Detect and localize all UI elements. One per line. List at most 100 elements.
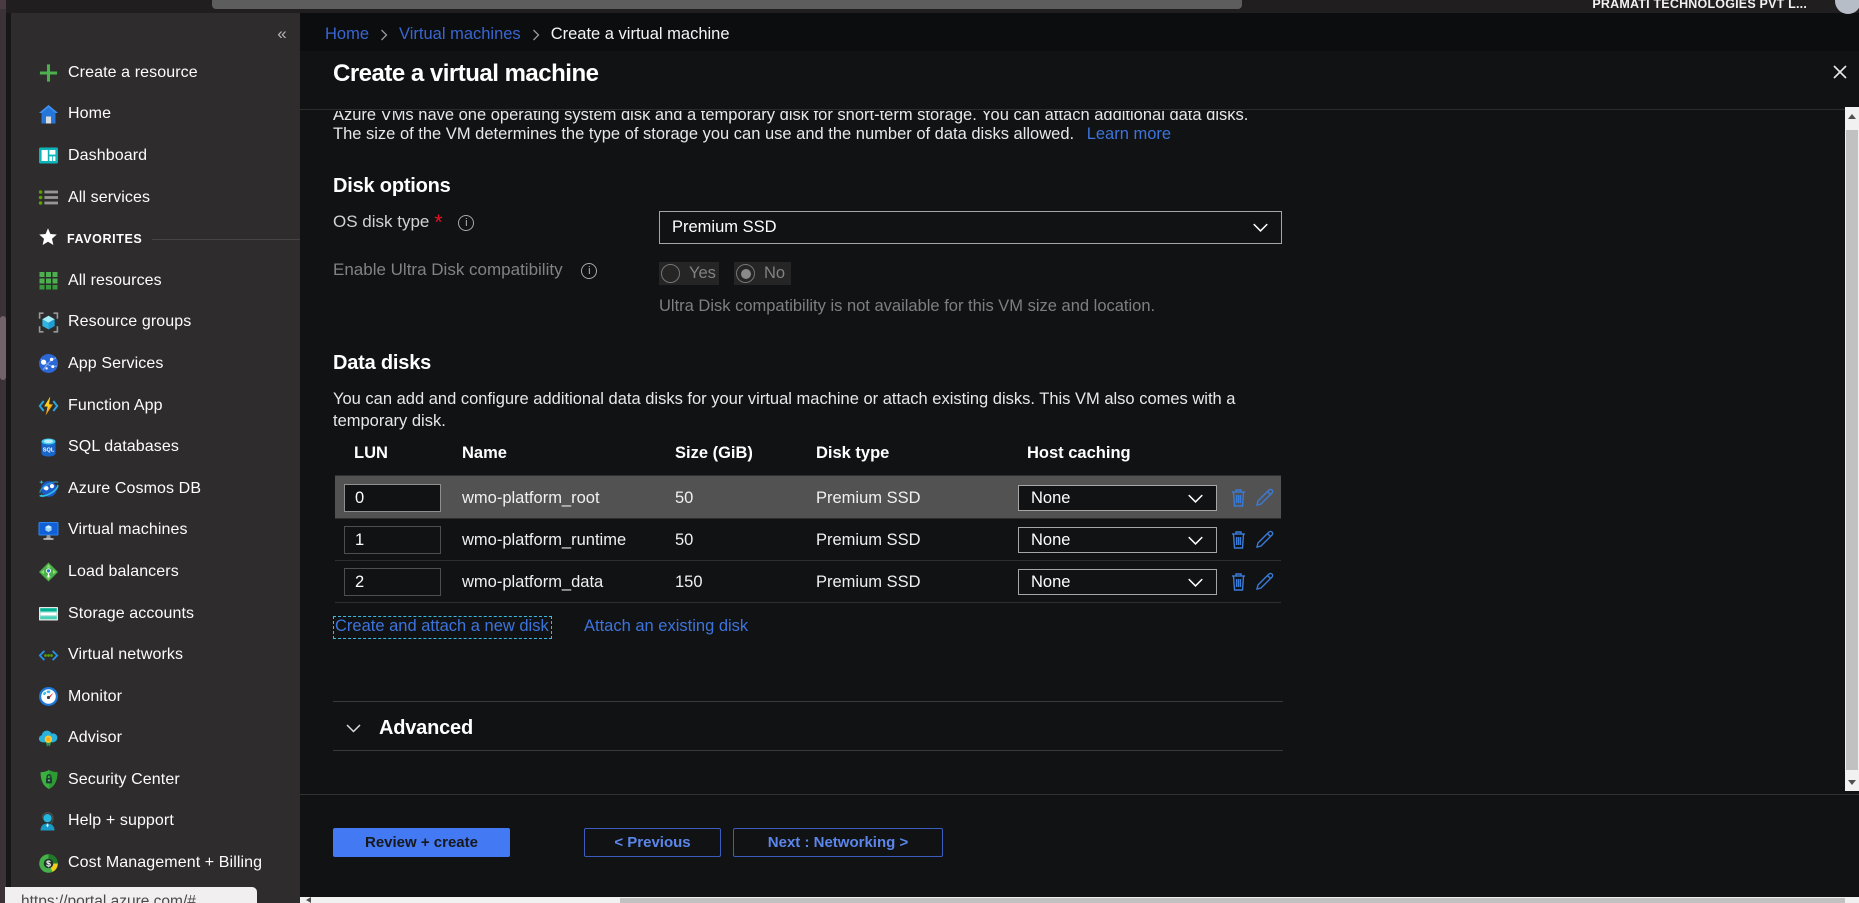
close-icon[interactable] <box>1830 62 1850 82</box>
disk-size-cell: 50 <box>675 531 693 550</box>
sidebar-item-label: Home <box>68 105 111 123</box>
sidebar-item-sql-databases[interactable]: SQL SQL databases <box>11 426 300 468</box>
table-divider <box>335 560 1281 561</box>
data-disks-desc-line1: You can add and configure additional dat… <box>333 388 1235 410</box>
storage-icon <box>38 603 59 624</box>
edge-strip-top <box>0 0 6 9</box>
disk-name-cell: wmo-platform_root <box>462 489 600 508</box>
table-divider <box>335 518 1281 519</box>
sidebar-item-label: Monitor <box>68 688 122 706</box>
intro-text-line2: The size of the VM determines the type o… <box>333 125 1171 144</box>
previous-button[interactable]: < Previous <box>584 828 721 857</box>
info-icon[interactable]: i <box>581 263 597 279</box>
breadcrumb-separator-icon <box>532 29 540 41</box>
column-header-name: Name <box>462 444 507 463</box>
sidebar-item-create-a-resource[interactable]: Create a resource <box>11 52 300 94</box>
host-caching-select-2[interactable]: None <box>1018 569 1217 595</box>
globe-icon <box>38 353 59 374</box>
horizontal-scrollbar-thumb[interactable] <box>620 898 1845 903</box>
intro-text-line1: Azure VMs have one operating system disk… <box>333 111 1248 125</box>
required-asterisk: * <box>434 211 442 234</box>
attach-existing-disk-link[interactable]: Attach an existing disk <box>584 617 748 636</box>
breadcrumb: Home Virtual machines Create a virtual m… <box>300 13 1859 51</box>
vertical-scrollbar[interactable] <box>1845 107 1859 791</box>
sidebar-item-cost-management[interactable]: $ Cost Management + Billing <box>11 842 300 884</box>
sidebar-item-dashboard[interactable]: Dashboard <box>11 135 300 177</box>
disk-type-cell: Premium SSD <box>816 573 921 592</box>
sidebar-nav: Create a resource Home <box>11 52 300 884</box>
sidebar-item-azure-cosmos-db[interactable]: Azure Cosmos DB <box>11 468 300 510</box>
sidebar-item-label: App Services <box>68 355 163 373</box>
disk-type-cell: Premium SSD <box>816 531 921 550</box>
learn-more-link[interactable]: Learn more <box>1087 125 1171 143</box>
lun-input-1[interactable] <box>344 526 441 554</box>
sidebar-item-label: Azure Cosmos DB <box>68 480 201 498</box>
sidebar-item-security-center[interactable]: Security Center <box>11 759 300 801</box>
sidebar-item-help-support[interactable]: Help + support <box>11 801 300 843</box>
host-caching-select-1[interactable]: None <box>1018 527 1217 553</box>
sidebar-item-resource-groups[interactable]: Resource groups <box>11 302 300 344</box>
load-balancer-icon <box>38 561 59 582</box>
vertical-scrollbar-thumb[interactable] <box>1846 130 1858 770</box>
header-hairline <box>300 109 1845 110</box>
svg-text:$: $ <box>46 858 51 868</box>
breadcrumb-virtual-machines[interactable]: Virtual machines <box>399 25 521 44</box>
column-header-host-caching: Host caching <box>1027 444 1131 463</box>
edit-disk-icon[interactable] <box>1255 571 1275 591</box>
sidebar-collapse-button[interactable]: « <box>272 24 292 44</box>
horizontal-scrollbar[interactable] <box>300 897 1859 903</box>
footer-divider <box>300 794 1859 795</box>
column-header-lun: LUN <box>354 444 388 463</box>
breadcrumb-current: Create a virtual machine <box>551 25 730 44</box>
star-icon <box>38 227 58 252</box>
edit-disk-icon[interactable] <box>1255 529 1275 549</box>
sidebar-item-storage-accounts[interactable]: Storage accounts <box>11 593 300 635</box>
lun-input-0[interactable] <box>344 484 441 512</box>
tenant-name[interactable]: PRAMATI TECHNOLOGIES PVT L... <box>1592 0 1807 13</box>
info-icon[interactable]: i <box>458 215 474 231</box>
delete-disk-icon[interactable] <box>1229 571 1249 591</box>
favorites-label: FAVORITES <box>67 232 142 246</box>
sidebar-item-advisor[interactable]: Advisor <box>11 718 300 760</box>
sidebar-item-monitor[interactable]: Monitor <box>11 676 300 718</box>
advanced-section-toggle[interactable]: Advanced <box>346 717 473 740</box>
host-caching-select-0[interactable]: None <box>1018 485 1217 511</box>
ultra-disk-radio-yes[interactable]: Yes <box>659 262 719 285</box>
sidebar-item-home[interactable]: Home <box>11 94 300 136</box>
create-attach-disk-link[interactable]: Create and attach a new disk <box>333 616 552 639</box>
gauge-icon <box>38 686 59 707</box>
svg-text:SQL: SQL <box>43 447 55 453</box>
favorites-rule <box>152 239 300 240</box>
sidebar-item-load-balancers[interactable]: Load balancers <box>11 551 300 593</box>
sidebar-item-all-resources[interactable]: All resources <box>11 260 300 302</box>
sidebar-item-all-services[interactable]: All services <box>11 177 300 219</box>
next-networking-button[interactable]: Next : Networking > <box>733 828 943 857</box>
avatar[interactable] <box>1835 0 1859 14</box>
sidebar-item-label: Dashboard <box>68 147 147 165</box>
lun-input-2[interactable] <box>344 568 441 596</box>
ultra-disk-radio-no[interactable]: No <box>734 262 791 285</box>
sidebar-item-function-app[interactable]: Function App <box>11 385 300 427</box>
scroll-left-icon[interactable] <box>306 897 311 903</box>
scroll-up-icon[interactable] <box>1845 109 1859 123</box>
edit-disk-icon[interactable] <box>1255 487 1275 507</box>
global-search-input[interactable] <box>212 0 1242 9</box>
scroll-down-icon[interactable] <box>1845 775 1859 789</box>
os-disk-type-select[interactable]: Premium SSD <box>659 211 1282 244</box>
delete-disk-icon[interactable] <box>1229 529 1249 549</box>
breadcrumb-home[interactable]: Home <box>325 25 369 44</box>
review-create-button[interactable]: Review + create <box>333 828 510 857</box>
donut-chart-icon: $ <box>38 853 59 874</box>
sidebar-section-favorites: FAVORITES <box>11 218 300 260</box>
delete-disk-icon[interactable] <box>1229 487 1249 507</box>
sidebar-item-virtual-networks[interactable]: Virtual networks <box>11 634 300 676</box>
ultra-disk-note: Ultra Disk compatibility is not availabl… <box>659 297 1155 316</box>
top-bar: PRAMATI TECHNOLOGIES PVT L... <box>0 0 1859 13</box>
sidebar-item-virtual-machines[interactable]: Virtual machines <box>11 510 300 552</box>
section-divider <box>333 701 1283 702</box>
sidebar-item-label: Advisor <box>68 729 122 747</box>
sidebar-item-app-services[interactable]: App Services <box>11 343 300 385</box>
plus-icon <box>38 62 59 83</box>
sidebar-item-label: All services <box>68 189 150 207</box>
sidebar-item-label: All resources <box>68 272 162 290</box>
